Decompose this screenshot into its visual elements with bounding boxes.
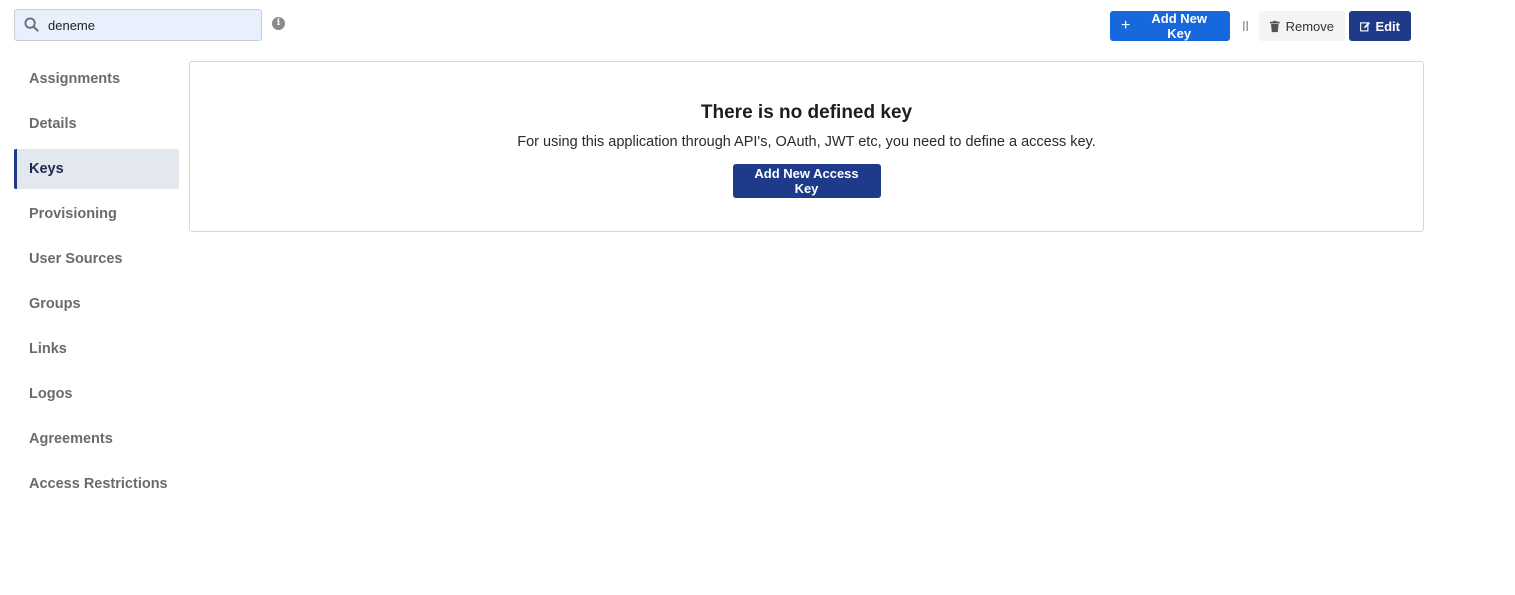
trash-icon [1270, 20, 1280, 32]
sidebar-item-label: Keys [29, 161, 64, 177]
sidebar-item-label: Groups [29, 296, 81, 312]
sidebar-item-assignments[interactable]: Assignments [14, 59, 179, 99]
separator-icon [1242, 19, 1250, 33]
empty-state-card: There is no defined key For using this a… [189, 61, 1424, 232]
edit-label: Edit [1375, 18, 1400, 34]
sidebar-item-label: Assignments [29, 71, 121, 87]
search-icon [24, 17, 40, 33]
remove-button[interactable]: Remove [1259, 11, 1345, 41]
search-box[interactable] [14, 9, 262, 41]
sidebar-item-label: Details [29, 116, 77, 132]
sidebar-item-access-restrictions[interactable]: Access Restrictions [14, 464, 179, 504]
empty-state-title: There is no defined key [700, 102, 913, 123]
sidebar-item-label: Agreements [29, 431, 113, 447]
sidebar-item-label: User Sources [29, 251, 123, 267]
sidebar-item-logos[interactable]: Logos [14, 374, 179, 414]
plus-icon: + [1121, 17, 1131, 34]
edit-icon [1360, 21, 1371, 31]
add-new-key-label: Add New Key [1151, 11, 1207, 41]
sidebar-item-details[interactable]: Details [14, 104, 179, 144]
sidebar-item-agreements[interactable]: Agreements [14, 419, 179, 459]
sidebar-item-label: Provisioning [29, 206, 117, 222]
sidebar: Assignments Details Keys Provisioning Us… [14, 59, 179, 509]
remove-label: Remove [1285, 18, 1334, 34]
toolbar: + Add New Key Remove Edit [1110, 11, 1411, 41]
empty-state-description: For using this application through API's… [517, 134, 1096, 150]
sidebar-item-label: Links [29, 341, 67, 357]
add-new-access-key-button[interactable]: Add New Access Key [732, 164, 881, 198]
sidebar-item-groups[interactable]: Groups [14, 284, 179, 324]
add-new-key-button[interactable]: + Add New Key [1110, 11, 1230, 41]
edit-button[interactable]: Edit [1349, 11, 1411, 41]
info-icon[interactable]: i [272, 17, 285, 30]
sidebar-item-provisioning[interactable]: Provisioning [14, 194, 179, 234]
sidebar-item-keys[interactable]: Keys [14, 149, 179, 189]
page: i + Add New Key Remove Edit [0, 0, 1515, 595]
sidebar-item-links[interactable]: Links [14, 329, 179, 369]
sidebar-item-label: Access Restrictions [29, 476, 168, 492]
search-input[interactable] [46, 16, 250, 34]
sidebar-item-label: Logos [29, 386, 73, 402]
sidebar-item-user-sources[interactable]: User Sources [14, 239, 179, 279]
